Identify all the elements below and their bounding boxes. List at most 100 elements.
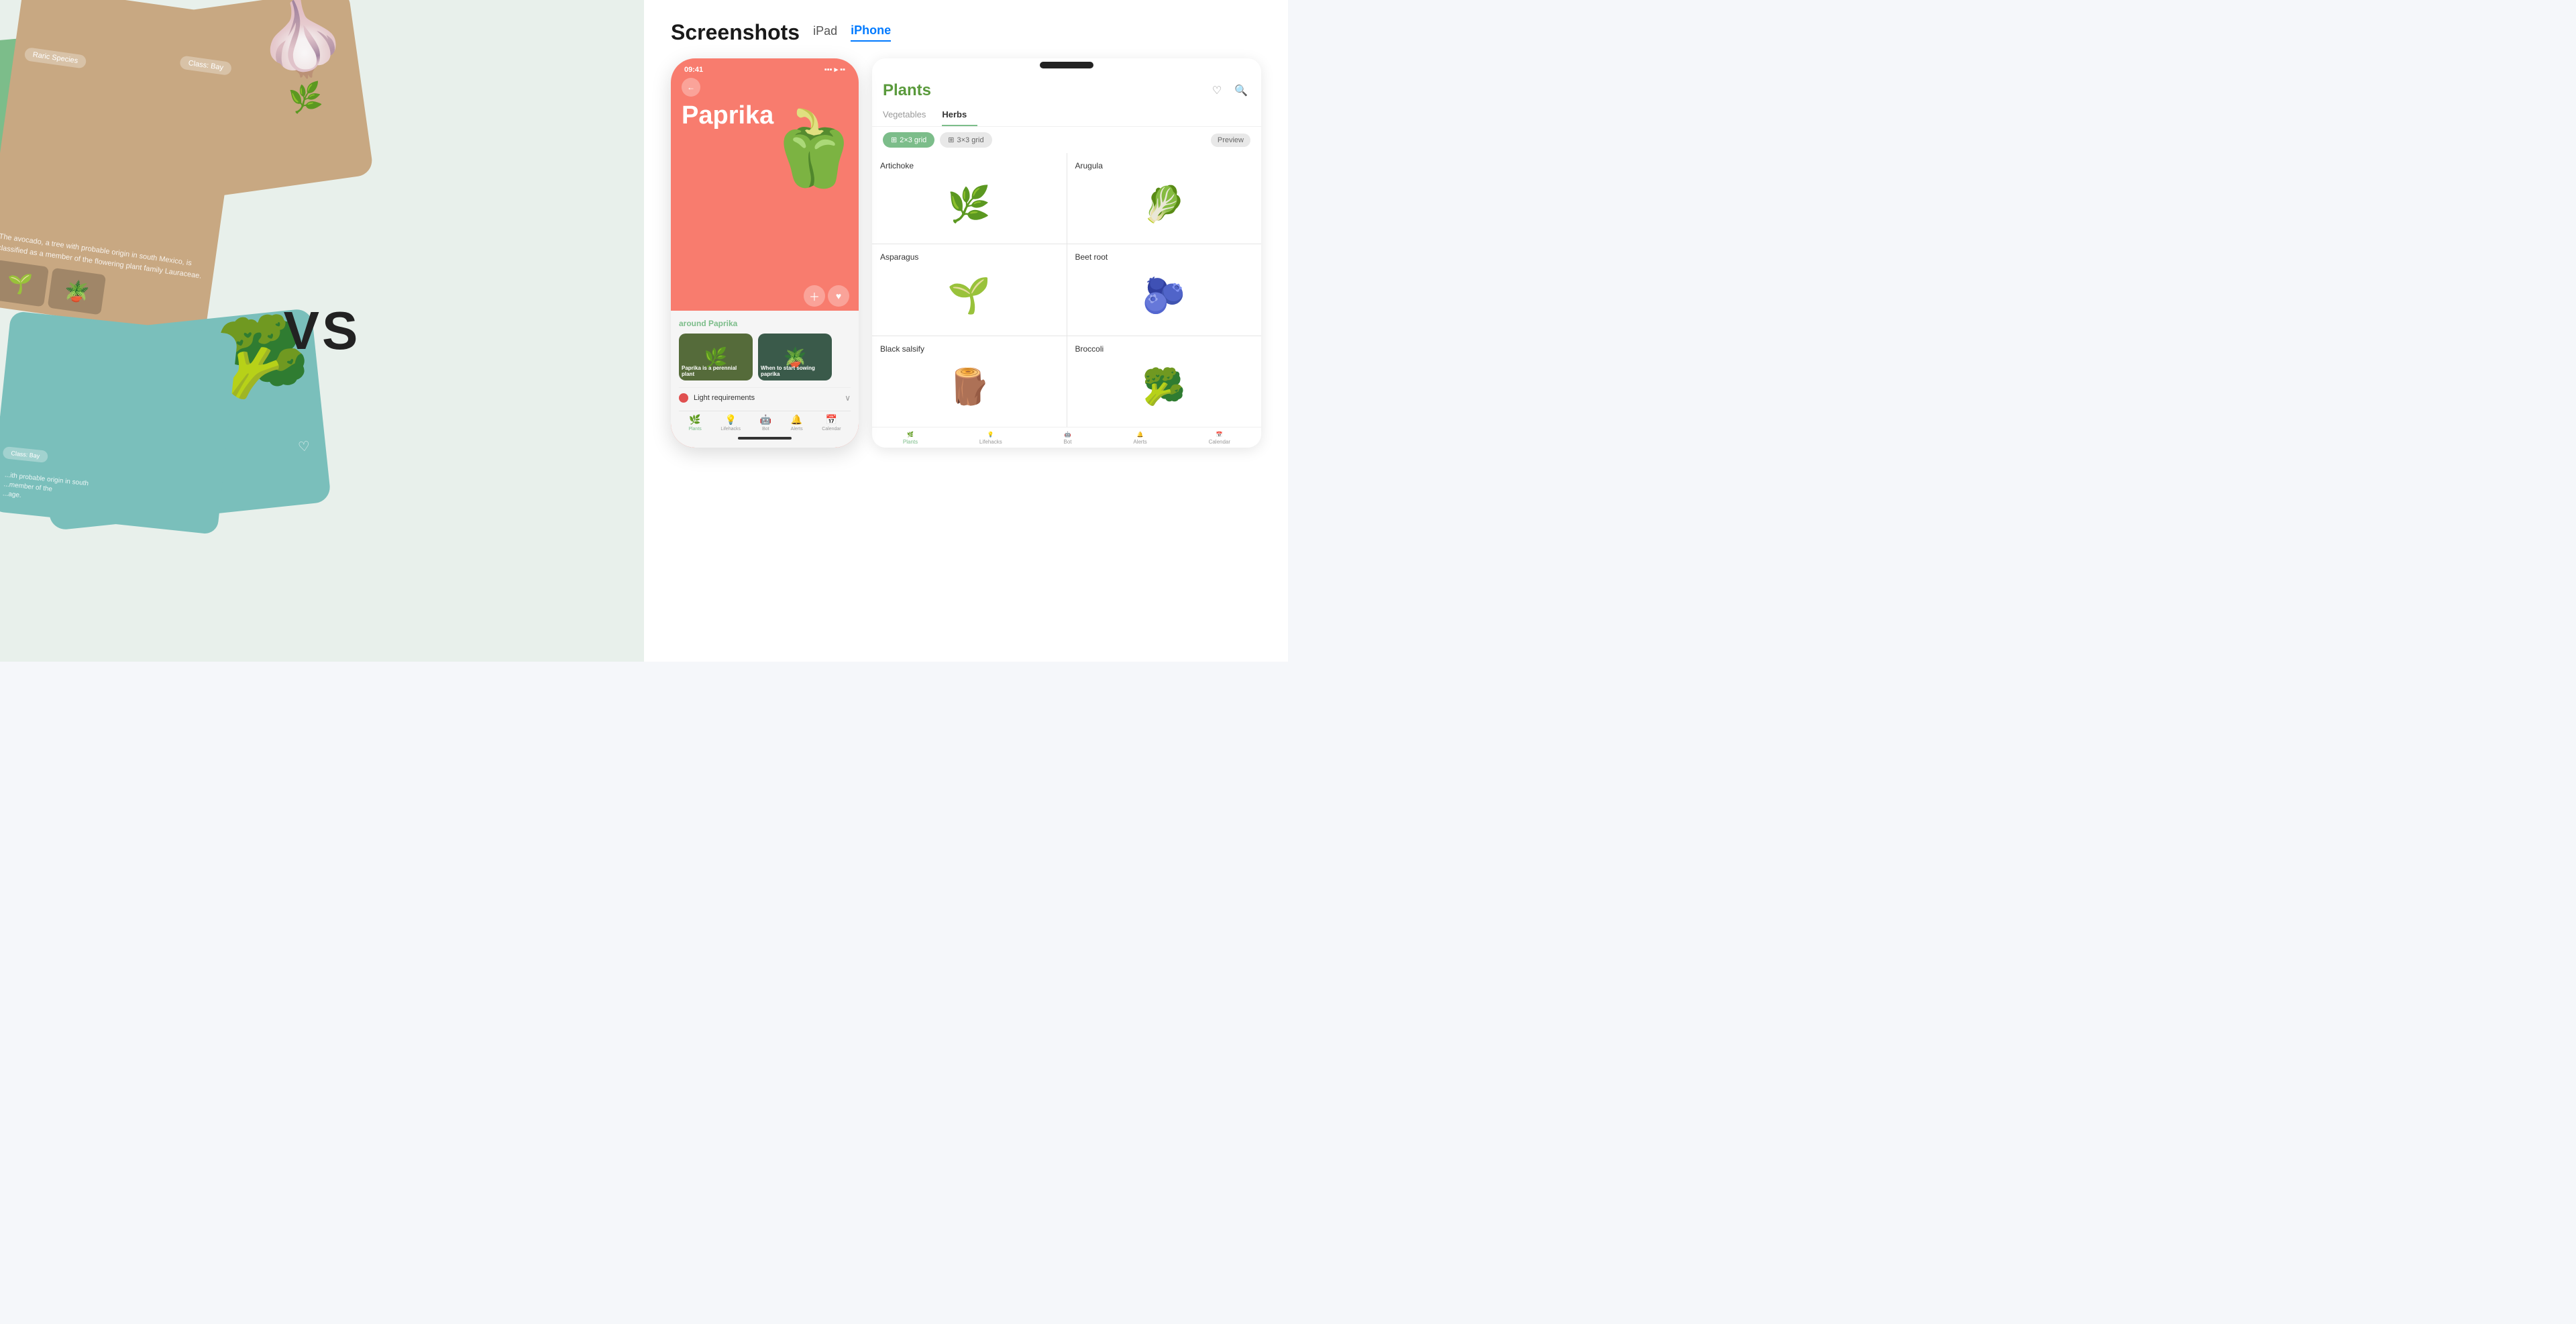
iphone-thumb-2: 🪴 When to start sowing paprika: [758, 334, 832, 380]
parsley-emoji: 🌿: [287, 80, 325, 115]
iphone-accordion[interactable]: Light requirements ∨: [679, 387, 851, 408]
ipad-screenshot: Plants ♡ 🔍 Vegetables Herbs ⊞ 2×3 grid ⊞…: [872, 58, 1261, 448]
tab-ipad[interactable]: iPad: [813, 24, 837, 41]
screenshots-area: 09:41 ▪▪▪ ▸ ▪▪ ← Paprika 🫑 ＋ ♥ around Pa…: [671, 58, 1261, 648]
pepper-image: 🫑: [767, 112, 859, 186]
list-item[interactable]: Beet root 🫐: [1067, 244, 1262, 335]
ipad-icons: ♡ 🔍: [1208, 81, 1250, 100]
cauliflower-heart: ♡: [292, 434, 316, 458]
detail-thumb-1: 🌱: [0, 260, 49, 307]
iphone-dot: [679, 393, 688, 403]
iphone-status-bar: 09:41 ▪▪▪ ▸ ▪▪: [671, 58, 859, 78]
iphone-signal: ▪▪▪ ▸ ▪▪: [824, 65, 845, 74]
tag-class: Class: Bay: [180, 55, 233, 75]
iphone-nav-calendar-label: Calendar: [822, 427, 841, 431]
list-item[interactable]: Asparagus 🌱: [872, 244, 1067, 335]
iphone-accordion-text: Light requirements: [694, 394, 755, 402]
iphone-nav-calendar[interactable]: 📅 Calendar: [822, 414, 841, 431]
ipad-search-button[interactable]: 🔍: [1232, 81, 1250, 100]
ipad-nav-plants[interactable]: 🌿 Plants: [903, 431, 918, 445]
ipad-nav-lifehacks-icon: 💡: [987, 431, 994, 438]
plant-image-asparagus: 🌱: [880, 264, 1059, 327]
detail-thumb-2: 🪴: [48, 268, 107, 315]
detail-card: Raric Species Class: Bay The avocado, a …: [0, 0, 250, 336]
ipad-nav-lifehacks-label: Lifehacks: [979, 439, 1002, 445]
ipad-nav-bot[interactable]: 🤖 Bot: [1064, 431, 1072, 445]
ipad-preview-label: Preview: [1211, 134, 1250, 147]
plant-image-beetroot: 🫐: [1075, 264, 1254, 327]
list-item[interactable]: Broccoli 🥦: [1067, 336, 1262, 427]
iphone-nav-plants-icon: 🌿: [689, 414, 700, 425]
ipad-nav-alerts-icon: 🔔: [1137, 431, 1144, 438]
ipad-2x3-grid-button[interactable]: ⊞ 2×3 grid: [883, 132, 934, 148]
iphone-home-bar: [738, 437, 792, 440]
ipad-tab-vegetables[interactable]: Vegetables: [883, 104, 936, 126]
list-item[interactable]: Black salsify 🪵: [872, 336, 1067, 427]
iphone-nav-plants-label: Plants: [688, 427, 701, 431]
cauliflower-detail-card: Class: Bay ...ith probable origin in sou…: [0, 311, 238, 535]
ipad-nav-alerts-label: Alerts: [1133, 439, 1146, 445]
ipad-view-controls: ⊞ 2×3 grid ⊞ 3×3 grid Preview: [872, 127, 1261, 153]
cauli-description: ...ith probable origin in south...member…: [2, 470, 211, 520]
iphone-add-button[interactable]: ＋: [804, 285, 825, 307]
list-item[interactable]: Arugula 🥬: [1067, 153, 1262, 244]
ipad-nav-lifehacks[interactable]: 💡 Lifehacks: [979, 431, 1002, 445]
iphone-thumb-1-label: Paprika is a perennial plant: [682, 365, 750, 378]
ipad-nav-bot-icon: 🤖: [1065, 431, 1071, 438]
ipad-tab-herbs[interactable]: Herbs: [942, 104, 977, 126]
list-item[interactable]: Artichoke 🌿: [872, 153, 1067, 244]
iphone-bottom-nav: 🌿 Plants 💡 Lifehacks 🤖 Bot 🔔 Alerts: [679, 411, 851, 433]
iphone-mockup: 09:41 ▪▪▪ ▸ ▪▪ ← Paprika 🫑 ＋ ♥ around Pa…: [671, 58, 859, 448]
screenshots-header: Screenshots iPad iPhone: [671, 20, 1261, 45]
ipad-bottom-nav: 🌿 Plants 💡 Lifehacks 🤖 Bot 🔔 Alerts 📅: [872, 427, 1261, 448]
plant-name-blacksalsify: Black salsify: [880, 344, 1059, 354]
iphone-thumbnails: 🌿 Paprika is a perennial plant 🪴 When to…: [679, 334, 851, 380]
iphone-heart-button[interactable]: ♥: [828, 285, 849, 307]
iphone-nav-alerts-icon: 🔔: [791, 414, 802, 425]
ipad-title: Plants: [883, 81, 931, 100]
iphone-section-title: around Paprika: [679, 319, 851, 328]
iphone-nav-bot-icon: 🤖: [760, 414, 771, 425]
ipad-nav-calendar[interactable]: 📅 Calendar: [1209, 431, 1230, 445]
ipad-header: Plants ♡ 🔍: [872, 72, 1261, 104]
iphone-nav-plants[interactable]: 🌿 Plants: [688, 414, 701, 431]
ipad-nav-alerts[interactable]: 🔔 Alerts: [1133, 431, 1146, 445]
plant-image-artichoke: 🌿: [880, 173, 1059, 236]
iphone-nav-alerts-label: Alerts: [791, 427, 803, 431]
iphone-thumb-2-label: When to start sowing paprika: [761, 365, 829, 378]
plant-name-artichoke: Artichoke: [880, 161, 1059, 170]
iphone-nav-lifehacks-label: Lifehacks: [720, 427, 741, 431]
iphone-accordion-chevron: ∨: [845, 393, 851, 403]
garlic-emoji: 🧄: [251, 0, 352, 81]
iphone-bottom-section: around Paprika 🌿 Paprika is a perennial …: [671, 311, 859, 448]
right-panel: Screenshots iPad iPhone 09:41 ▪▪▪ ▸ ▪▪ ←…: [644, 0, 1288, 662]
iphone-accordion-left: Light requirements: [679, 393, 755, 403]
plant-name-arugula: Arugula: [1075, 161, 1254, 170]
plant-name-broccoli: Broccoli: [1075, 344, 1254, 354]
iphone-back-button[interactable]: ←: [682, 78, 700, 97]
ipad-heart-button[interactable]: ♡: [1208, 81, 1226, 100]
screenshots-title: Screenshots: [671, 20, 800, 45]
ipad-3x3-grid-button[interactable]: ⊞ 3×3 grid: [940, 132, 991, 148]
iphone-nav-lifehacks[interactable]: 💡 Lifehacks: [720, 414, 741, 431]
ipad-nav-bot-label: Bot: [1064, 439, 1072, 445]
tab-iphone[interactable]: iPhone: [851, 23, 891, 42]
ipad-nav-plants-label: Plants: [903, 439, 918, 445]
plant-image-arugula: 🥬: [1075, 173, 1254, 236]
cauli-tag: Class: Bay: [3, 446, 49, 463]
iphone-thumb-1: 🌿 Paprika is a perennial plant: [679, 334, 753, 380]
plant-image-broccoli: 🥦: [1075, 356, 1254, 419]
plant-image-blacksalsify: 🪵: [880, 356, 1059, 419]
iphone-nav-alerts[interactable]: 🔔 Alerts: [791, 414, 803, 431]
iphone-nav-lifehacks-icon: 💡: [724, 414, 736, 425]
ipad-nav-calendar-label: Calendar: [1209, 439, 1230, 445]
tag-raric: Raric Species: [24, 47, 87, 69]
iphone-time: 09:41: [684, 66, 703, 74]
iphone-nav-calendar-icon: 📅: [826, 414, 837, 425]
plant-name-asparagus: Asparagus: [880, 252, 1059, 262]
vs-label: VS: [284, 300, 361, 362]
left-panel: $ cado ♡ 🥑 $$$ ← 🧄 🌿 Garlic Plant Raric …: [0, 0, 644, 662]
iphone-nav-bot[interactable]: 🤖 Bot: [760, 414, 771, 431]
ipad-tabs: Vegetables Herbs: [872, 104, 1261, 127]
iphone-nav-bot-label: Bot: [762, 427, 769, 431]
